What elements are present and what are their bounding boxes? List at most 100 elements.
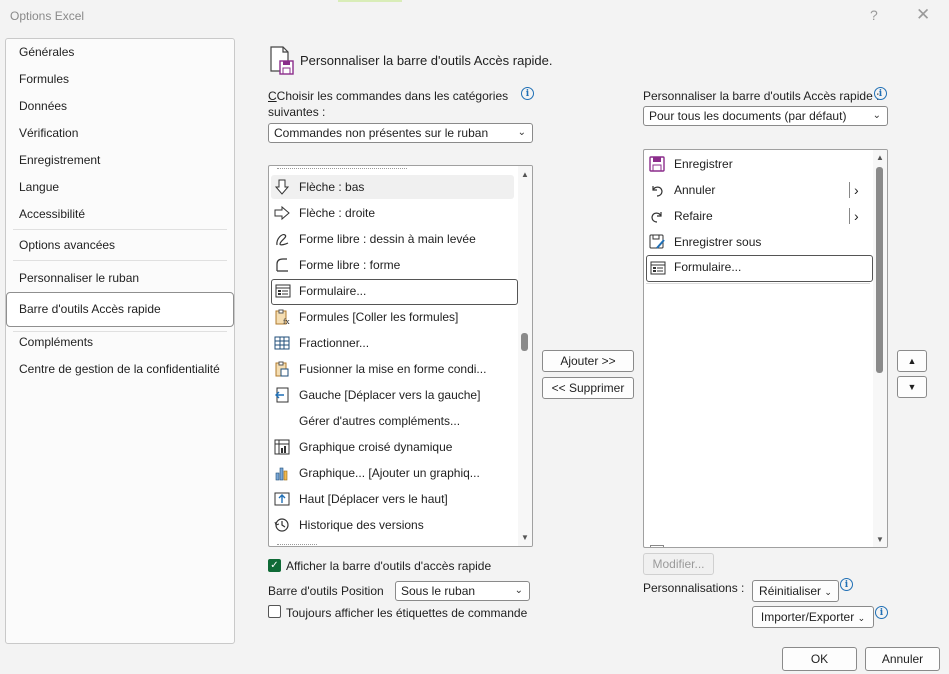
- toolbar-items-list[interactable]: Enregistrer Annuler › Refaire › Enregist…: [643, 149, 888, 548]
- remove-button[interactable]: << Supprimer: [542, 377, 634, 399]
- nav-item-barre-acces-rapide[interactable]: Barre d'outils Accès rapide: [19, 299, 161, 319]
- info-icon[interactable]: i: [840, 578, 853, 591]
- cancel-button[interactable]: Annuler: [865, 647, 940, 671]
- paste-formulas-icon: fx: [275, 309, 290, 325]
- modify-button[interactable]: Modifier...: [643, 553, 714, 575]
- show-toolbar-checkbox[interactable]: ✓: [268, 559, 281, 572]
- commands-list-scrollbar[interactable]: ▲ ▼: [518, 166, 532, 546]
- info-icon[interactable]: i: [875, 606, 888, 619]
- list-item[interactable]: Graphique croisé dynamique: [271, 435, 514, 459]
- category-select[interactable]: Commandes non présentes sur le ruban ⌄: [268, 123, 533, 143]
- list-item[interactable]: Historique des versions: [271, 513, 514, 537]
- list-item[interactable]: Forme libre : dessin à main levée: [271, 227, 514, 251]
- list-item[interactable]: Enregistrer: [646, 152, 869, 176]
- chevron-down-icon: ⌄: [517, 127, 526, 138]
- nav-item-complements[interactable]: Compléments: [19, 332, 93, 352]
- partial-row-bottom: [277, 544, 317, 546]
- customize-toolbar-label: Personnaliser la barre d'outils Accès ra…: [643, 89, 880, 103]
- list-separator: [646, 283, 870, 284]
- submenu-chevron-icon[interactable]: ›: [854, 178, 859, 202]
- list-item-label: Fractionner...: [299, 336, 370, 350]
- list-item[interactable]: Gauche [Déplacer vers la gauche]: [271, 383, 514, 407]
- move-up-icon: [274, 492, 290, 506]
- scope-select[interactable]: Pour tous les documents (par défaut) ⌄: [643, 106, 888, 126]
- commands-list[interactable]: Flèche : bas Flèche : droite Forme libre…: [268, 165, 533, 547]
- nav-item-enregistrement[interactable]: Enregistrement: [19, 150, 100, 170]
- list-item[interactable]: Forme libre : forme: [271, 253, 514, 277]
- nav-item-options-avancees[interactable]: Options avancées: [19, 235, 115, 255]
- nav-separator: [13, 260, 227, 261]
- add-button-label: Ajouter >>: [560, 354, 616, 368]
- scrollbar-thumb[interactable]: [521, 333, 528, 351]
- submenu-chevron-icon[interactable]: ›: [854, 204, 859, 228]
- submenu-divider: [849, 182, 850, 198]
- modify-button-label: Modifier...: [652, 557, 705, 571]
- nav-item-centre-confidentialite[interactable]: Centre de gestion de la confidentialité: [19, 359, 220, 379]
- arrow-down-icon: [274, 179, 290, 195]
- list-item[interactable]: Haut [Déplacer vers le haut]: [271, 487, 514, 511]
- list-item-label: Flèche : bas: [299, 180, 365, 194]
- triangle-down-icon: ▼: [907, 382, 917, 392]
- window-title: Options Excel: [10, 9, 85, 23]
- nav-item-accessibilite[interactable]: Accessibilité: [19, 204, 85, 224]
- page-title: Personnaliser la barre d'outils Accès ra…: [300, 53, 553, 68]
- list-item[interactable]: Gérer d'autres compléments...: [271, 409, 514, 433]
- import-export-button[interactable]: Importer/Exporter ⌄: [752, 606, 874, 628]
- list-item[interactable]: Fractionner...: [271, 331, 514, 355]
- nav-item-personnaliser-ruban[interactable]: Personnaliser le ruban: [19, 268, 139, 288]
- help-button[interactable]: ?: [870, 7, 878, 23]
- pivot-chart-icon: [274, 439, 290, 455]
- chevron-down-icon: ⌄: [824, 587, 832, 597]
- close-button[interactable]: ✕: [916, 5, 930, 25]
- scroll-down-arrow-icon[interactable]: ▼: [874, 535, 886, 544]
- nav-item-formules[interactable]: Formules: [19, 69, 69, 89]
- list-item[interactable]: Graphique... [Ajouter un graphiq...: [271, 461, 514, 485]
- toolbar-position-select[interactable]: Sous le ruban ⌄: [395, 581, 530, 601]
- toolbar-list-scrollbar[interactable]: ▲ ▼: [873, 150, 887, 547]
- list-item[interactable]: Flèche : bas: [271, 175, 514, 199]
- scrollbar-thumb[interactable]: [876, 167, 883, 373]
- redo-icon: [651, 212, 662, 223]
- always-show-labels-label: Toujours afficher les étiquettes de comm…: [286, 606, 528, 620]
- list-item[interactable]: Annuler ›: [646, 178, 869, 202]
- list-item[interactable]: Fusionner la mise en forme condi...: [271, 357, 514, 381]
- list-item[interactable]: fx Formules [Coller les formules]: [271, 305, 514, 329]
- info-icon[interactable]: i: [874, 87, 887, 100]
- partial-row-top: [277, 166, 407, 169]
- nav-item-donnees[interactable]: Données: [19, 96, 67, 116]
- list-item-label: Formulaire...: [674, 260, 742, 274]
- ok-button[interactable]: OK: [782, 647, 857, 671]
- choose-commands-label: CChoisir les commandes dans les catégori…: [268, 89, 509, 103]
- nav-item-verification[interactable]: Vérification: [19, 123, 78, 143]
- personalizations-label: Personnalisations :: [643, 581, 745, 595]
- list-item[interactable]: Enregistrer sous: [646, 230, 869, 254]
- scroll-down-arrow-icon[interactable]: ▼: [519, 533, 531, 542]
- move-down-button[interactable]: ▼: [897, 376, 927, 398]
- move-up-button[interactable]: ▲: [897, 350, 927, 372]
- split-grid-icon: [274, 336, 290, 350]
- list-item-label: Enregistrer: [674, 157, 733, 171]
- info-icon[interactable]: i: [521, 87, 534, 100]
- ok-button-label: OK: [810, 652, 829, 666]
- list-item[interactable]: Flèche : droite: [271, 201, 514, 225]
- reset-button[interactable]: Réinitialiser ⌄: [752, 580, 839, 602]
- scroll-up-arrow-icon[interactable]: ▲: [874, 153, 886, 162]
- add-button[interactable]: Ajouter >>: [542, 350, 634, 372]
- scroll-up-arrow-icon[interactable]: ▲: [519, 170, 531, 179]
- list-item-label: Annuler: [674, 183, 716, 197]
- triangle-up-icon: ▲: [907, 356, 917, 366]
- nav-item-langue[interactable]: Langue: [19, 177, 59, 197]
- list-item-label: Refaire: [674, 209, 713, 223]
- list-item[interactable]: Refaire ›: [646, 204, 869, 228]
- nav-item-generales[interactable]: Générales: [19, 42, 74, 62]
- list-item-label: Fusionner la mise en forme condi...: [299, 362, 487, 376]
- always-show-labels-checkbox[interactable]: [268, 605, 281, 618]
- reset-button-label: Réinitialiser: [759, 584, 822, 598]
- quick-access-toolbar-icon: [270, 46, 294, 75]
- freeform-shape-icon: [276, 258, 288, 272]
- titlebar-accent: [338, 0, 402, 2]
- import-export-button-label: Importer/Exporter: [760, 610, 855, 624]
- list-item-selected[interactable]: Formulaire...: [646, 255, 873, 282]
- list-item-selected[interactable]: Formulaire...: [271, 279, 518, 305]
- list-item-label: Forme libre : forme: [299, 258, 401, 272]
